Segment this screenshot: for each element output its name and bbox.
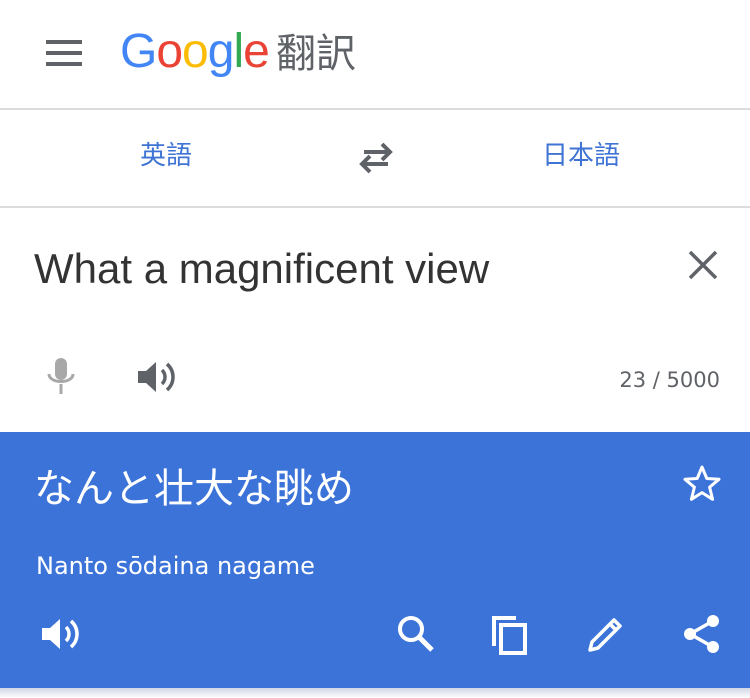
character-counter: 23 / 5000 bbox=[619, 368, 720, 392]
share-icon[interactable] bbox=[680, 612, 724, 656]
romanization-text: Nanto sōdaina nagame bbox=[36, 552, 315, 580]
target-language-button[interactable]: 日本語 bbox=[542, 138, 620, 174]
source-language-button[interactable]: 英語 bbox=[140, 138, 192, 174]
panel-shadow bbox=[0, 688, 750, 698]
hamburger-menu-icon[interactable] bbox=[46, 40, 82, 66]
swap-arrows-icon[interactable] bbox=[356, 140, 396, 176]
app-header: Google 翻訳 bbox=[0, 0, 750, 110]
star-outline-icon[interactable] bbox=[682, 464, 722, 504]
language-bar: 英語 日本語 bbox=[0, 110, 750, 208]
speaker-icon[interactable] bbox=[134, 358, 178, 396]
translation-text: なんと壮大な眺め bbox=[34, 466, 354, 512]
translation-output-panel: なんと壮大な眺め Nanto sōdaina nagame bbox=[0, 432, 750, 688]
speaker-icon[interactable] bbox=[38, 612, 82, 656]
google-logo: Google bbox=[120, 25, 270, 78]
search-icon[interactable] bbox=[394, 612, 438, 656]
copy-icon[interactable] bbox=[488, 612, 532, 656]
source-input-panel: What a magnificent view 23 / 5000 bbox=[0, 208, 750, 432]
close-icon[interactable] bbox=[686, 248, 720, 282]
edit-icon[interactable] bbox=[584, 612, 628, 656]
microphone-icon[interactable] bbox=[44, 356, 78, 396]
app-title: 翻訳 bbox=[276, 31, 356, 77]
source-text-input[interactable]: What a magnificent view bbox=[34, 242, 654, 296]
